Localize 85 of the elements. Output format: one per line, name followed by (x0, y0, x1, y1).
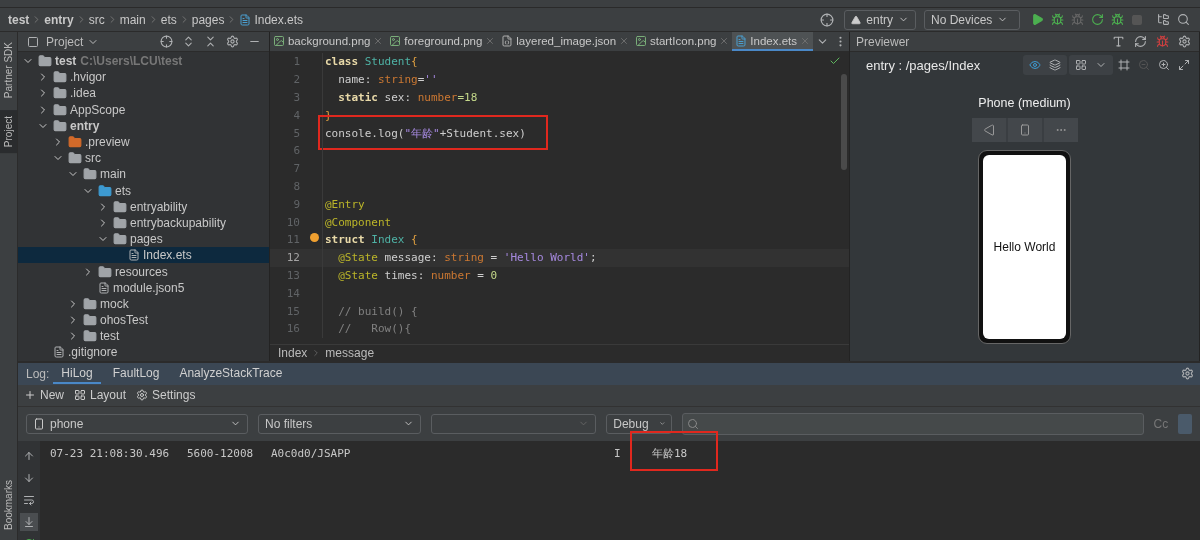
line-number: 11 (285, 233, 301, 247)
code-text: @Component (324, 215, 392, 229)
line-number: 7 (292, 162, 301, 176)
code-text: static sex: number=18 (337, 91, 478, 104)
line-number: 1 (292, 55, 301, 69)
device-dropdown[interactable]: phone (26, 413, 248, 434)
toolbar-button[interactable]: Layout (74, 388, 127, 403)
level-dropdown[interactable]: Debug (606, 413, 673, 434)
code-text: struct Index { (324, 233, 418, 247)
editor-tab[interactable]: background.png (270, 32, 387, 51)
line-number: 9 (292, 197, 301, 211)
line-number: 14 (285, 286, 301, 300)
panel-title: Previewer (856, 34, 910, 49)
code-text: // Row(){ (337, 322, 412, 336)
tree-item[interactable]: test C:\Users\LCU\test (18, 53, 269, 70)
toolbar-button[interactable]: Settings (136, 388, 196, 403)
line-number: 5 (292, 126, 301, 140)
tree-item[interactable]: main (18, 166, 269, 183)
log-tag: A0c0d0/JSAPP (271, 447, 614, 461)
panel-title: Log: (25, 366, 50, 381)
breadcrumb-item[interactable]: Index.ets (239, 12, 304, 27)
module-dropdown[interactable]: entry (844, 9, 916, 30)
breadcrumb-item[interactable]: Index (278, 345, 308, 360)
device-dropdown[interactable]: No Devices (924, 9, 1020, 30)
breadcrumb-item[interactable]: entry (44, 12, 74, 27)
tree-item[interactable]: resources (18, 263, 269, 280)
line-number: 10 (285, 215, 301, 229)
side-tab[interactable]: Partner SDK (0, 36, 17, 105)
tree-item[interactable]: pages (18, 231, 269, 248)
line-number: 8 (292, 179, 301, 193)
code-text: name: string='' (337, 73, 438, 87)
log-tab[interactable]: HiLog (53, 363, 101, 384)
editor-tab[interactable]: startIcon.png (632, 32, 733, 51)
editor-tab[interactable]: foreground.png (386, 32, 499, 51)
tree-item[interactable]: .idea (18, 85, 269, 102)
line-number: 16 (285, 322, 301, 336)
filter-dropdown[interactable]: No filters (258, 413, 422, 434)
tree-item[interactable]: src (18, 150, 269, 167)
tree-item[interactable]: mock (18, 295, 269, 312)
tree-item[interactable]: test (18, 328, 269, 345)
panel-title: Project (46, 34, 84, 49)
tree-item[interactable]: module.json5 (18, 279, 269, 296)
log-time: 07-23 21:08:30.496 (50, 447, 171, 461)
tree-item[interactable]: .hvigor (18, 69, 269, 86)
editor-tab[interactable]: Index.ets (732, 32, 813, 51)
code-text: @Entry (324, 197, 365, 211)
tree-item[interactable]: entrybackupability (18, 214, 269, 232)
tree-item[interactable]: Index.ets (18, 247, 269, 264)
code-text: @State times: number = 0 (337, 268, 498, 282)
breadcrumb-item[interactable]: main (119, 12, 146, 27)
line-number: 6 (292, 144, 301, 158)
tree-item[interactable]: ohosTest (18, 312, 269, 329)
breadcrumb-item[interactable]: pages (191, 12, 225, 27)
side-tab[interactable]: Bookmarks (0, 474, 17, 536)
toolbar-button[interactable]: New (24, 388, 64, 403)
code-text: class Student{ (324, 55, 418, 69)
line-number: 3 (292, 91, 301, 104)
breadcrumb-item[interactable]: message (325, 345, 375, 360)
tree-item[interactable]: ets (18, 182, 269, 199)
log-pid: 5600-12008 (187, 447, 255, 461)
breadcrumb-item[interactable]: test (8, 12, 30, 27)
breadcrumb-item[interactable]: ets (160, 12, 177, 27)
breadcrumb-item[interactable]: src (88, 12, 105, 27)
log-level: I (614, 447, 622, 461)
side-tab[interactable]: Project (0, 110, 17, 154)
log-message: 年龄18 (652, 446, 688, 462)
editor-tab[interactable]: layered_image.json (498, 32, 632, 51)
tree-item[interactable]: .preview (18, 133, 269, 151)
tree-item[interactable]: AppScope (18, 101, 269, 118)
log-tab[interactable]: FaultLog (104, 363, 168, 384)
screen-text: Hello World (993, 240, 1056, 254)
line-number: 4 (292, 108, 301, 122)
tree-item[interactable]: entryability (18, 198, 269, 215)
code-text: console.log("年龄"+Student.sex) (324, 125, 526, 141)
page-path: entry : /pages/Index (866, 57, 982, 73)
tree-item[interactable]: .gitignore (18, 344, 269, 361)
line-number: 15 (285, 304, 301, 318)
line-number: 12 (285, 251, 301, 265)
line-number: 13 (285, 268, 301, 282)
line-number: 2 (292, 73, 301, 87)
device-name: Phone (medium) (978, 96, 1071, 110)
code-text: // build() { (337, 304, 418, 318)
code-text: @State message: string = 'Hello World'; (337, 251, 597, 265)
tree-item[interactable]: entry (18, 117, 269, 134)
log-tab[interactable]: AnalyzeStackTrace (171, 363, 291, 384)
